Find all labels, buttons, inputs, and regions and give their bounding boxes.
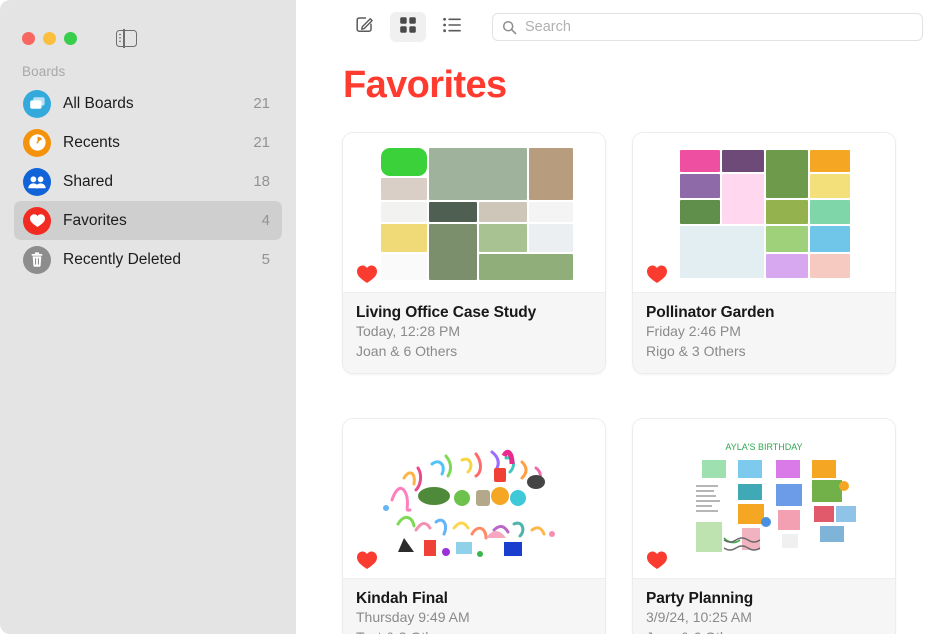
board-people: Joan & 6 Others bbox=[646, 628, 882, 634]
sidebar-item-count: 21 bbox=[253, 134, 270, 151]
favorites-heart-icon bbox=[23, 206, 51, 235]
sidebar-item-label: All Boards bbox=[63, 94, 134, 112]
list-view-icon bbox=[442, 17, 462, 38]
board-date: 3/9/24, 10:25 AM bbox=[646, 609, 752, 626]
search-field[interactable] bbox=[492, 13, 923, 41]
compose-button[interactable] bbox=[346, 12, 382, 42]
board-people: Joan & 6 Others bbox=[356, 343, 458, 360]
sidebar-item-recents[interactable]: Recents 21 bbox=[14, 123, 282, 162]
board-card[interactable]: Living Office Case Study Today, 12:28 PM… bbox=[343, 132, 605, 373]
board-title: Kindah Final bbox=[356, 589, 448, 607]
page-title: Favorites bbox=[343, 64, 507, 106]
board-people: Test & 3 Others bbox=[356, 628, 592, 634]
sidebar-item-count: 21 bbox=[253, 95, 270, 112]
grid-view-icon bbox=[399, 16, 417, 39]
favorite-heart-icon[interactable] bbox=[356, 550, 378, 570]
board-people: Rigo & 3 Others bbox=[646, 343, 746, 360]
recents-clock-icon bbox=[23, 128, 51, 157]
grid-view-button[interactable] bbox=[390, 12, 426, 42]
pollinator-garden-moodboard bbox=[633, 133, 895, 292]
board-title: Living Office Case Study bbox=[356, 303, 537, 321]
sidebar-nav: All Boards 21 Recents 21 Shared 18 Favor… bbox=[0, 84, 296, 279]
board-thumbnail[interactable] bbox=[633, 132, 895, 292]
board-date: Friday 2:46 PM bbox=[646, 323, 741, 340]
kindah-doodles bbox=[343, 419, 605, 578]
living-office-moodboard bbox=[343, 133, 605, 292]
sidebar: Boards All Boards 21 Recents 21 Shared 1… bbox=[0, 0, 296, 634]
sidebar-section-header: Boards bbox=[22, 64, 66, 79]
board-info: Kindah Final Thursday 9:49 AM Test & 3 O… bbox=[343, 577, 605, 634]
sidebar-item-label: Recents bbox=[63, 133, 120, 151]
sidebar-item-favorites[interactable]: Favorites 4 bbox=[14, 201, 282, 240]
svg-text:AYLA'S BIRTHDAY: AYLA'S BIRTHDAY bbox=[725, 442, 802, 452]
board-date: Today, 12:28 PM bbox=[356, 323, 461, 340]
shared-people-icon bbox=[23, 167, 51, 196]
favorite-heart-icon[interactable] bbox=[646, 264, 668, 284]
zoom-button[interactable] bbox=[64, 32, 77, 45]
sidebar-item-label: Favorites bbox=[63, 211, 127, 229]
minimize-button[interactable] bbox=[43, 32, 56, 45]
favorite-heart-icon[interactable] bbox=[356, 264, 378, 284]
board-title: Party Planning bbox=[646, 589, 754, 607]
board-title: Pollinator Garden bbox=[646, 303, 775, 321]
app-window: Boards All Boards 21 Recents 21 Shared 1… bbox=[0, 0, 932, 634]
board-card[interactable]: Kindah Final Thursday 9:49 AM Test & 3 O… bbox=[343, 418, 605, 634]
main-content: Favorites bbox=[296, 0, 932, 634]
toolbar bbox=[296, 0, 932, 54]
board-date: Thursday 9:49 AM bbox=[356, 609, 470, 626]
compose-icon bbox=[355, 15, 374, 39]
board-card[interactable]: Pollinator Garden Friday 2:46 PM Rigo & … bbox=[633, 132, 895, 373]
board-info: Pollinator Garden Friday 2:46 PM Rigo & … bbox=[633, 291, 895, 373]
close-button[interactable] bbox=[22, 32, 35, 45]
sidebar-item-recently-deleted[interactable]: Recently Deleted 5 bbox=[14, 240, 282, 279]
board-info: Living Office Case Study Today, 12:28 PM… bbox=[343, 291, 605, 373]
sidebar-item-all-boards[interactable]: All Boards 21 bbox=[14, 84, 282, 123]
trash-icon bbox=[23, 245, 51, 274]
sidebar-item-count: 18 bbox=[253, 173, 270, 190]
board-info: Party Planning 3/9/24, 10:25 AM Joan & 6… bbox=[633, 577, 895, 634]
search-icon bbox=[502, 20, 517, 35]
favorite-heart-icon[interactable] bbox=[646, 550, 668, 570]
boards-grid: Living Office Case Study Today, 12:28 PM… bbox=[296, 108, 932, 634]
board-thumbnail[interactable]: AYLA'S BIRTHDAY bbox=[633, 418, 895, 578]
all-boards-icon bbox=[23, 89, 51, 118]
search-input[interactable] bbox=[525, 14, 913, 40]
board-thumbnail[interactable] bbox=[343, 418, 605, 578]
party-planning-board: AYLA'S BIRTHDAY bbox=[633, 419, 895, 578]
board-thumbnail[interactable] bbox=[343, 132, 605, 292]
sidebar-toggle-icon[interactable] bbox=[116, 29, 137, 48]
sidebar-item-count: 4 bbox=[261, 212, 270, 229]
sidebar-item-shared[interactable]: Shared 18 bbox=[14, 162, 282, 201]
sidebar-item-count: 5 bbox=[261, 251, 270, 268]
sidebar-item-label: Shared bbox=[63, 172, 113, 190]
sidebar-item-label: Recently Deleted bbox=[63, 250, 182, 268]
board-card[interactable]: AYLA'S BIRTHDAY Party Planning 3/9/24, 1… bbox=[633, 418, 895, 634]
window-controls bbox=[0, 0, 296, 54]
list-view-button[interactable] bbox=[434, 12, 470, 42]
